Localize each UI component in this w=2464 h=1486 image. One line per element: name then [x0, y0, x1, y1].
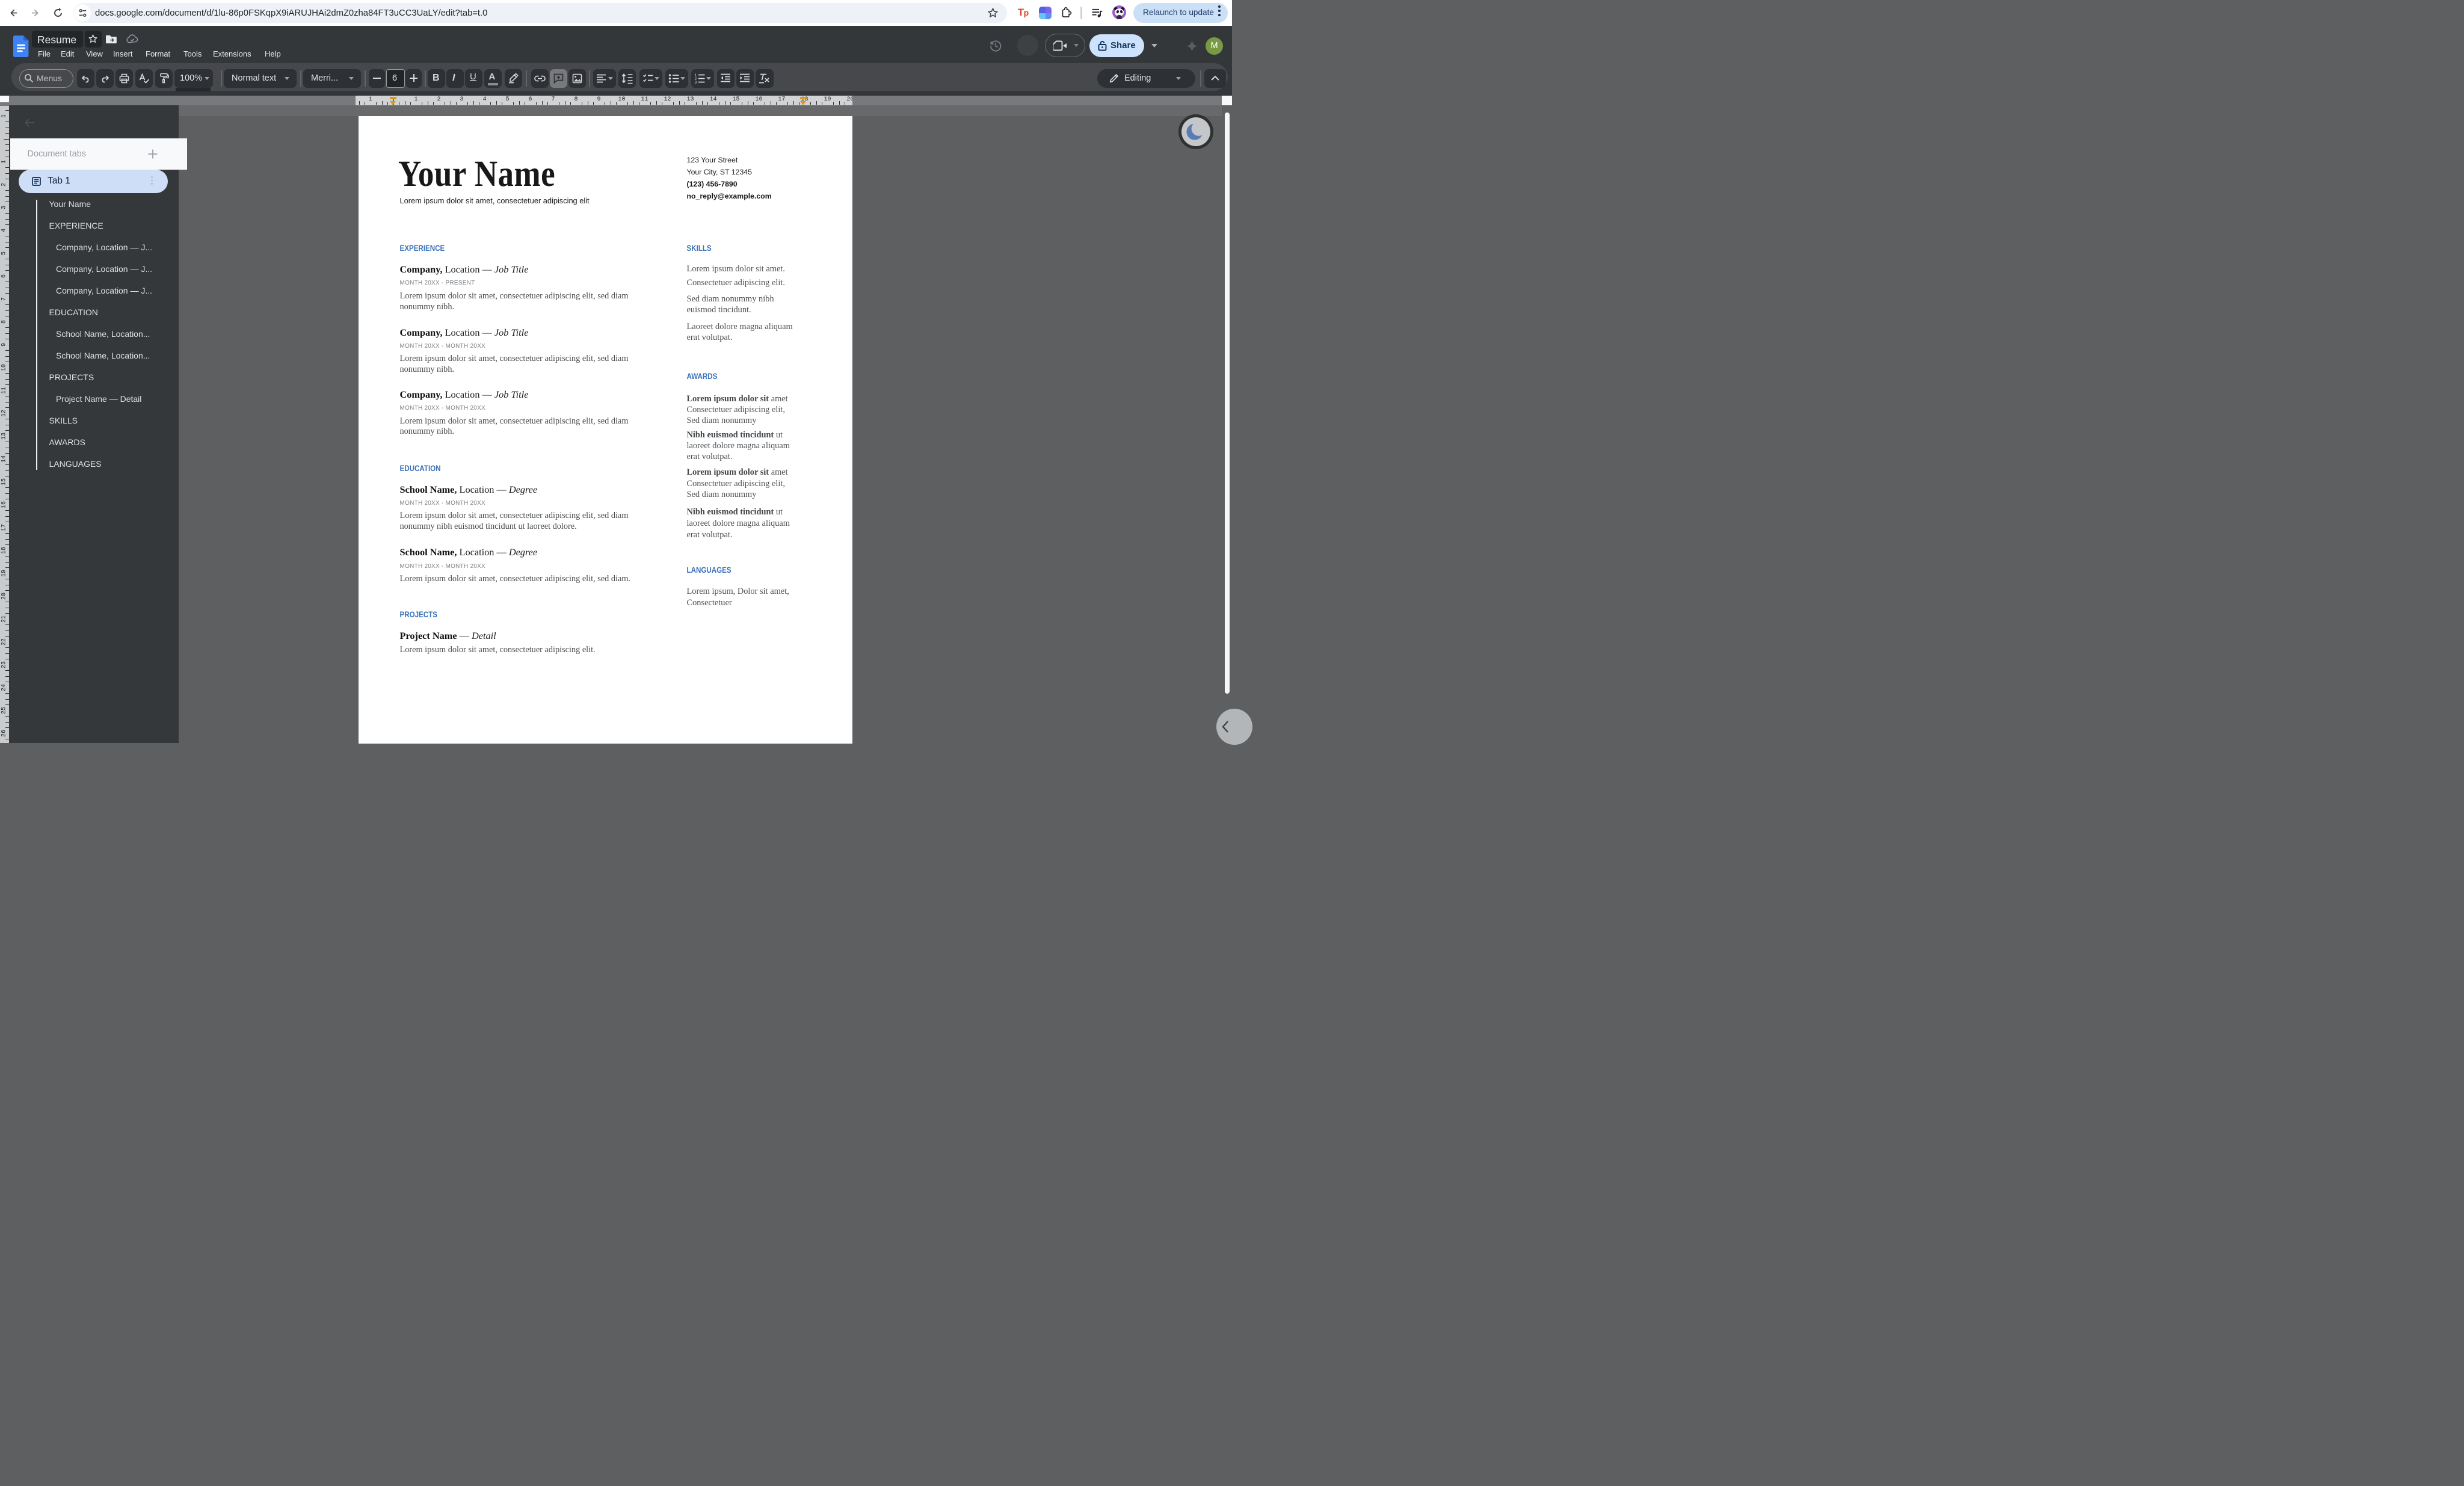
svg-text:3: 3: [695, 81, 697, 84]
